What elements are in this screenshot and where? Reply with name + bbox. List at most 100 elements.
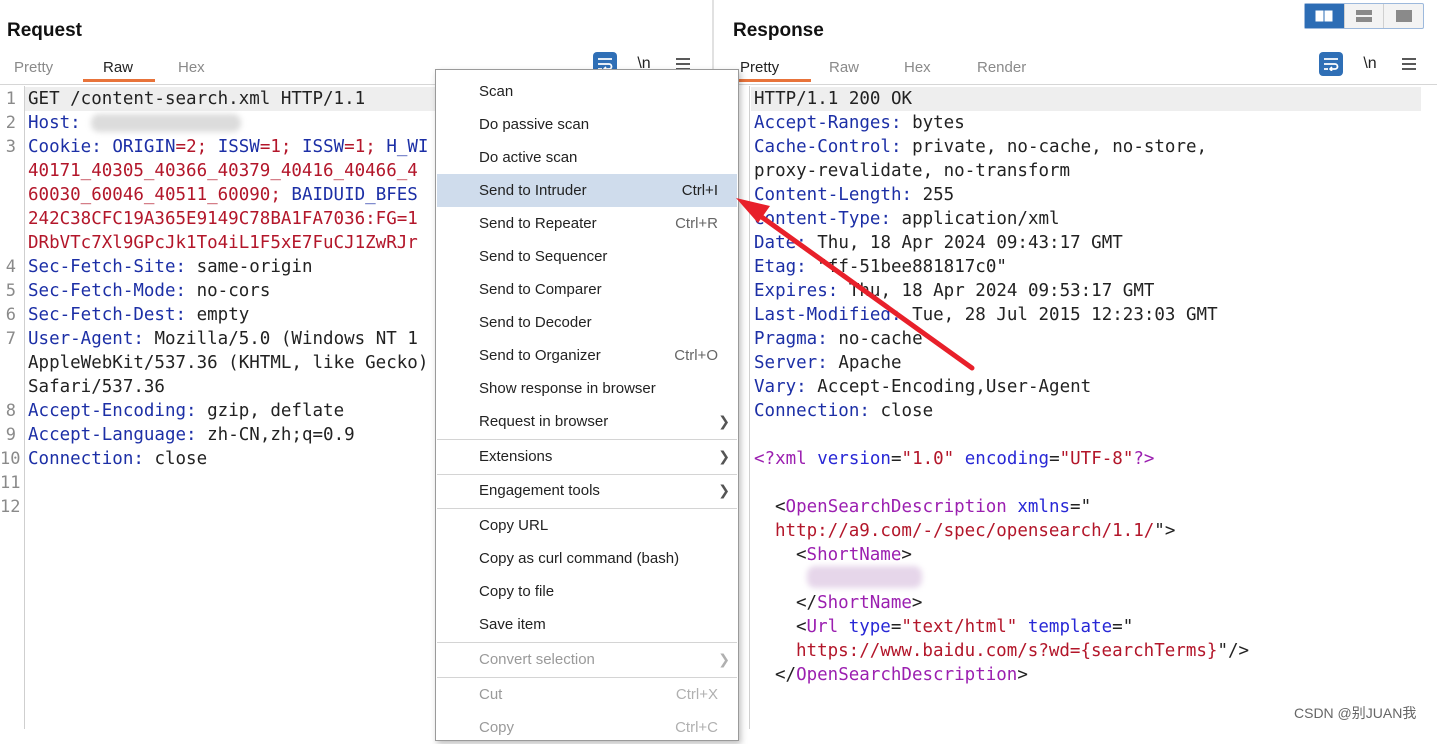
cookie-continuation: 242C38CFC19A365E9149C78BA1FA7036:FG=1 xyxy=(28,209,418,229)
chevron-right-icon: ❯ xyxy=(718,413,730,429)
header-value: Thu, 18 Apr 2024 09:53:17 GMT xyxy=(848,281,1155,301)
header-name: Host xyxy=(28,113,71,133)
xml-punct: </ xyxy=(775,665,797,685)
menu-item-active-scan[interactable]: Do active scan xyxy=(437,141,737,174)
xml-attr: encoding xyxy=(964,449,1050,469)
header-name: Content-Type xyxy=(754,209,881,229)
header-value: "ff-51bee881817c0" xyxy=(817,257,1007,277)
single-pane-layout-icon[interactable] xyxy=(1384,4,1423,28)
menu-item-send-to-intruder[interactable]: Send to Intruder Ctrl+I xyxy=(437,174,737,207)
header-name: User-Agent xyxy=(28,329,134,349)
menu-item-copy-as-curl[interactable]: Copy as curl command (bash) xyxy=(437,542,737,575)
line-number: 2 xyxy=(5,113,16,133)
header-name: Server xyxy=(754,353,818,373)
menu-item-send-to-sequencer[interactable]: Send to Sequencer xyxy=(437,240,737,273)
line-number: 3 xyxy=(5,137,16,157)
line-number: 9 xyxy=(5,425,16,445)
xml-punct: =" xyxy=(1112,617,1134,637)
xml-punct: < xyxy=(775,497,786,517)
menu-item-extensions[interactable]: Extensions ❯ xyxy=(437,440,737,473)
redacted-shortname xyxy=(807,566,922,588)
xml-punct: < xyxy=(796,617,807,637)
header-value: same-origin xyxy=(196,257,313,277)
header-etag: Etag: "ff-51bee881817c0" xyxy=(754,257,1007,277)
newline-toggle-icon[interactable]: \n xyxy=(1358,52,1382,76)
menu-item-scan[interactable]: Scan xyxy=(437,75,737,108)
request-tab-hex[interactable]: Hex xyxy=(178,59,205,76)
menu-item-show-response-in-browser[interactable]: Show response in browser xyxy=(437,372,737,405)
header-expires: Expires: Thu, 18 Apr 2024 09:53:17 GMT xyxy=(754,281,1155,301)
menu-item-send-to-comparer[interactable]: Send to Comparer xyxy=(437,273,737,306)
header-sec-fetch-mode: Sec-Fetch-Mode: no-cors xyxy=(28,281,271,301)
line-number: 11 xyxy=(0,473,21,493)
line-number: 12 xyxy=(0,497,21,517)
menu-item-cut[interactable]: Cut Ctrl+X xyxy=(437,678,737,711)
response-tab-pretty[interactable]: Pretty xyxy=(740,59,779,76)
watermark: CSDN @别JUAN我 xyxy=(1294,705,1417,721)
xml-attr-value: "text/html" xyxy=(901,617,1018,637)
chevron-right-icon: ❯ xyxy=(718,448,730,464)
xml-punct: "> xyxy=(1154,521,1176,541)
header-name: Expires xyxy=(754,281,828,301)
cache-control-continuation: proxy-revalidate, no-transform xyxy=(754,161,1071,181)
menu-item-send-to-repeater[interactable]: Send to Repeater Ctrl+R xyxy=(437,207,737,240)
line-number: 4 xyxy=(5,257,16,277)
xml-punct: <?xml xyxy=(754,449,818,469)
xml-punct: < xyxy=(796,545,807,565)
cookie-name: BAIDUID_BFES xyxy=(291,185,418,205)
header-name: Vary xyxy=(754,377,797,397)
menu-item-copy[interactable]: Copy Ctrl+C xyxy=(437,711,737,744)
wrap-lines-icon[interactable] xyxy=(1319,52,1343,76)
header-value: close xyxy=(154,449,208,469)
request-tab-raw[interactable]: Raw xyxy=(103,59,133,76)
menu-item-send-to-organizer[interactable]: Send to Organizer Ctrl+O xyxy=(437,339,737,372)
header-name: Connection xyxy=(754,401,860,421)
response-tab-render[interactable]: Render xyxy=(977,59,1026,76)
header-cache-control: Cache-Control: private, no-cache, no-sto… xyxy=(754,137,1208,157)
menu-item-request-in-browser[interactable]: Request in browser ❯ xyxy=(437,405,737,438)
line-number: 1 xyxy=(5,89,16,109)
response-editor[interactable]: HTTP/1.1 200 OK Accept-Ranges: bytes Cac… xyxy=(715,86,1437,729)
menu-item-passive-scan[interactable]: Do passive scan xyxy=(437,108,737,141)
line-number: 5 xyxy=(5,281,16,301)
header-host: Host: xyxy=(28,111,242,135)
line-number: 10 xyxy=(0,449,21,469)
response-tab-hex[interactable]: Hex xyxy=(904,59,931,76)
menu-item-engagement-tools[interactable]: Engagement tools ❯ xyxy=(437,474,737,507)
header-name: Sec-Fetch-Dest xyxy=(28,305,176,325)
xml-attr-value: "1.0" xyxy=(901,449,955,469)
menu-item-copy-to-file[interactable]: Copy to file xyxy=(437,575,737,608)
response-tab-raw[interactable]: Raw xyxy=(829,59,859,76)
layout-toggle xyxy=(1304,3,1424,29)
header-vary: Vary: Accept-Encoding,User-Agent xyxy=(754,377,1092,397)
xml-url-template: https://www.baidu.com/s?wd={searchTerms}… xyxy=(796,639,1249,663)
xml-punct: > xyxy=(901,545,912,565)
header-value: 255 xyxy=(922,185,955,205)
header-value: gzip, deflate xyxy=(207,401,345,421)
menu-item-send-to-decoder[interactable]: Send to Decoder xyxy=(437,306,737,339)
header-name: Sec-Fetch-Site xyxy=(28,257,176,277)
menu-item-save-item[interactable]: Save item xyxy=(437,608,737,641)
stacked-layout-icon[interactable] xyxy=(1345,4,1385,28)
header-name: Last-Modified xyxy=(754,305,891,325)
cookie-continuation: DRbVTc7Xl9GPcJk1To4iL1F5xE7FuCJ1ZwRJr xyxy=(28,233,418,253)
context-menu: Scan Do passive scan Do active scan Send… xyxy=(435,69,739,741)
xml-url-open: <Url type="text/html" template=" xyxy=(796,617,1134,637)
header-accept-ranges: Accept-Ranges: bytes xyxy=(754,113,965,133)
request-active-tab-indicator xyxy=(83,79,155,82)
response-title: Response xyxy=(733,20,824,41)
menu-item-convert-selection[interactable]: Convert selection ❯ xyxy=(437,643,737,676)
header-last-modified: Last-Modified: Tue, 28 Jul 2015 12:23:03… xyxy=(754,305,1218,325)
request-tab-pretty[interactable]: Pretty xyxy=(14,59,53,76)
header-name: Sec-Fetch-Mode xyxy=(28,281,176,301)
header-accept-encoding: Accept-Encoding: gzip, deflate xyxy=(28,401,345,421)
side-by-side-layout-icon[interactable] xyxy=(1305,4,1345,28)
header-name: Accept-Ranges xyxy=(754,113,891,133)
cookie-name: H_WI xyxy=(386,137,429,157)
line-number: 6 xyxy=(5,305,16,325)
cookie-name: ISSW xyxy=(302,137,345,157)
cookie-continuation: 40171_40305_40366_40379_40416_40466_4 xyxy=(28,161,418,181)
menu-item-copy-url[interactable]: Copy URL xyxy=(437,509,737,542)
header-value: Accept-Encoding,User-Agent xyxy=(817,377,1092,397)
hamburger-menu-icon[interactable] xyxy=(1397,52,1421,76)
